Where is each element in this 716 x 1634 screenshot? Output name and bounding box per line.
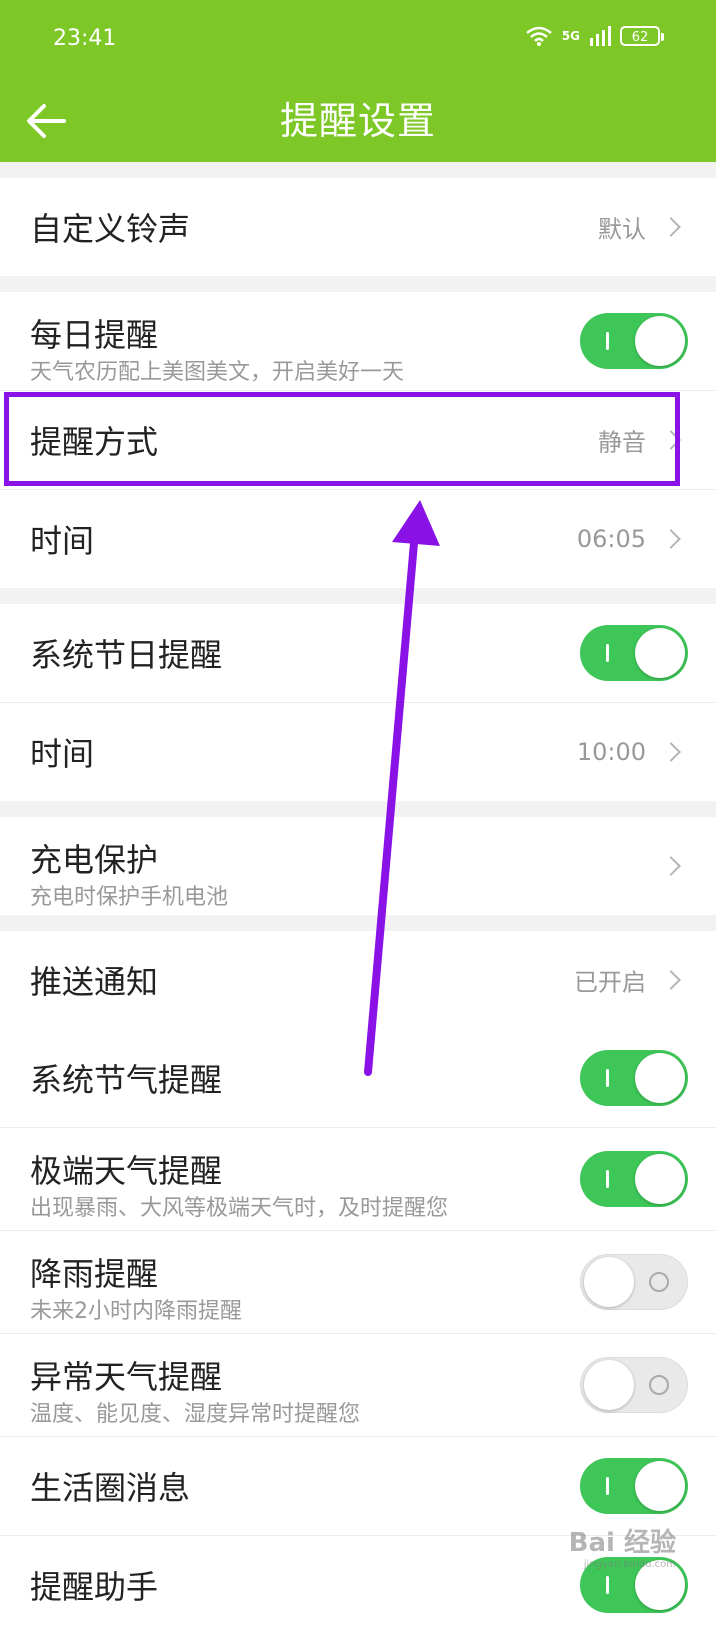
rain-reminder-label: 降雨提醒 xyxy=(30,1255,159,1293)
chevron-right-icon xyxy=(661,217,681,237)
wifi-icon xyxy=(525,26,552,46)
rain-reminder-desc: 未来2小时内降雨提醒 xyxy=(30,1299,242,1324)
extreme-weather-desc: 出现暴雨、大风等极端天气时，及时提醒您 xyxy=(30,1196,449,1221)
ringtone-value: 默认 xyxy=(598,215,646,244)
daily-reminder-desc: 天气农历配上美图美文，开启美好一天 xyxy=(30,360,405,385)
status-time: 23:41 xyxy=(53,26,117,51)
rain-reminder-row: 降雨提醒 未来2小时内降雨提醒 xyxy=(0,1231,716,1334)
reminder-method-value: 静音 xyxy=(598,428,646,457)
daily-reminder-toggle[interactable] xyxy=(580,313,688,369)
daily-time-row[interactable]: 时间 06:05 xyxy=(0,490,716,588)
assistant-label: 提醒助手 xyxy=(30,1568,159,1606)
group-daily: 每日提醒 天气农历配上美图美文，开启美好一天 提醒方式 静音 时间 06:05 xyxy=(0,292,716,588)
divider xyxy=(0,162,716,178)
divider xyxy=(0,915,716,931)
network-type: 5G xyxy=(561,29,580,43)
divider xyxy=(0,801,716,817)
app-header: 提醒设置 xyxy=(0,82,716,162)
daily-reminder-row: 每日提醒 天气农历配上美图美文，开启美好一天 xyxy=(0,292,716,391)
chevron-right-icon xyxy=(661,430,681,450)
holiday-reminder-label: 系统节日提醒 xyxy=(30,636,223,674)
divider xyxy=(0,588,716,604)
reminder-method-row[interactable]: 提醒方式 静音 xyxy=(0,391,716,490)
chevron-right-icon xyxy=(661,856,681,876)
group-holiday: 系统节日提醒 时间 10:00 xyxy=(0,604,716,801)
chevron-right-icon xyxy=(661,529,681,549)
life-circle-label: 生活圈消息 xyxy=(30,1469,191,1507)
watermark-url: jingyan.baidu.com xyxy=(583,1559,676,1570)
rain-reminder-toggle[interactable] xyxy=(580,1254,688,1310)
chevron-right-icon xyxy=(661,970,681,990)
settings-list: 自定义铃声 默认 每日提醒 天气农历配上美图美文，开启美好一天 提醒方式 静音 … xyxy=(0,162,716,1634)
charge-protect-label: 充电保护 xyxy=(30,841,159,879)
abnormal-weather-label: 异常天气提醒 xyxy=(30,1358,223,1396)
extreme-weather-toggle[interactable] xyxy=(580,1151,688,1207)
signal-icon xyxy=(590,26,611,46)
daily-time-label: 时间 xyxy=(30,522,95,560)
holiday-reminder-row: 系统节日提醒 xyxy=(0,604,716,703)
status-bar: 23:41 5G 62 xyxy=(0,0,716,82)
charge-protect-desc: 充电时保护手机电池 xyxy=(30,885,229,910)
page-title: 提醒设置 xyxy=(279,99,436,143)
watermark: Bai 经验 jingyan.baidu.com xyxy=(569,1522,676,1570)
battery-icon: 62 xyxy=(620,26,664,46)
solar-term-row: 系统节气提醒 xyxy=(0,1029,716,1128)
holiday-time-value: 10:00 xyxy=(576,738,646,766)
group-ringtone: 自定义铃声 默认 xyxy=(0,178,716,276)
push-notify-value: 已开启 xyxy=(574,968,646,997)
daily-time-value: 06:05 xyxy=(576,525,646,553)
life-circle-toggle[interactable] xyxy=(580,1458,688,1514)
group-charge: 充电保护 充电时保护手机电池 xyxy=(0,817,716,915)
extreme-weather-label: 极端天气提醒 xyxy=(30,1152,223,1190)
abnormal-weather-desc: 温度、能见度、湿度异常时提醒您 xyxy=(30,1402,361,1427)
abnormal-weather-toggle[interactable] xyxy=(580,1357,688,1413)
charge-protect-row[interactable]: 充电保护 充电时保护手机电池 xyxy=(0,817,716,915)
holiday-time-label: 时间 xyxy=(30,735,95,773)
extreme-weather-row: 极端天气提醒 出现暴雨、大风等极端天气时，及时提醒您 xyxy=(0,1128,716,1231)
status-icons: 5G 62 xyxy=(525,26,664,46)
solar-term-label: 系统节气提醒 xyxy=(30,1061,223,1099)
daily-reminder-label: 每日提醒 xyxy=(30,316,159,354)
holiday-reminder-toggle[interactable] xyxy=(580,625,688,681)
chevron-right-icon xyxy=(661,742,681,762)
push-notify-row[interactable]: 推送通知 已开启 xyxy=(0,931,716,1029)
push-notify-label: 推送通知 xyxy=(30,963,159,1001)
watermark-text: Bai 经验 xyxy=(568,1528,676,1558)
ringtone-row[interactable]: 自定义铃声 默认 xyxy=(0,178,716,276)
holiday-time-row[interactable]: 时间 10:00 xyxy=(0,703,716,801)
reminder-method-label: 提醒方式 xyxy=(30,423,159,461)
abnormal-weather-row: 异常天气提醒 温度、能见度、湿度异常时提醒您 xyxy=(0,1334,716,1437)
ringtone-label: 自定义铃声 xyxy=(30,210,191,248)
solar-term-toggle[interactable] xyxy=(580,1050,688,1106)
divider xyxy=(0,276,716,292)
